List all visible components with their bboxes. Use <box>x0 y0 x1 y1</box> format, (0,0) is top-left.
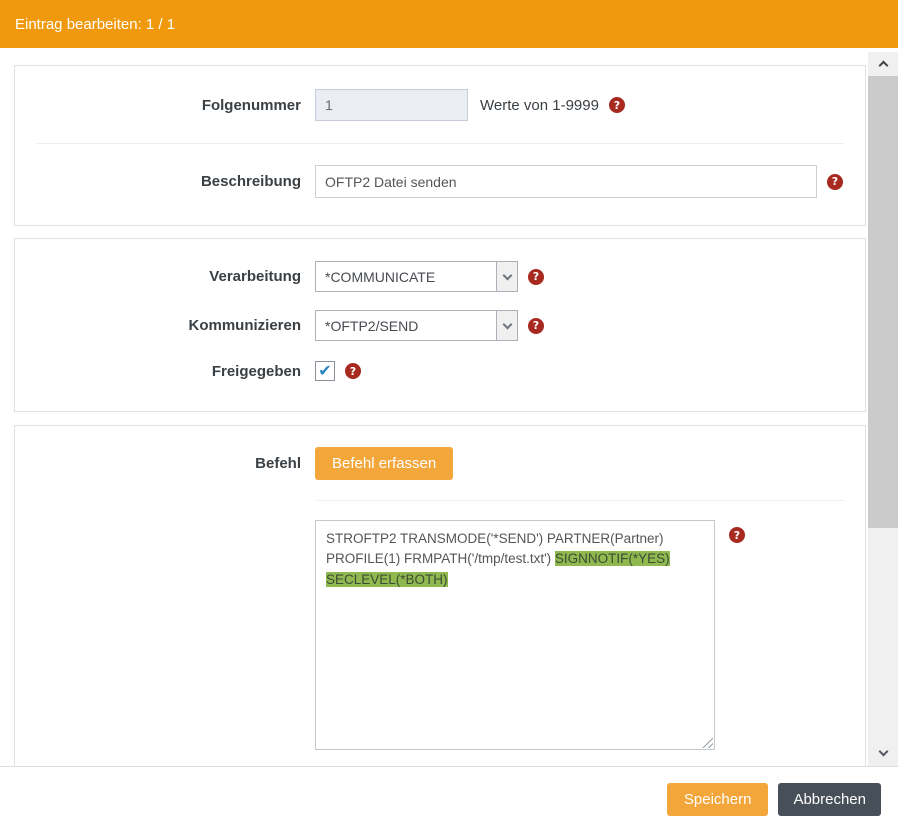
chevron-up-icon[interactable] <box>868 52 898 74</box>
chevron-down-icon[interactable] <box>496 311 517 340</box>
scrollbar-thumb[interactable] <box>868 76 898 528</box>
chevron-down-icon[interactable] <box>868 742 898 764</box>
modal-title: Eintrag bearbeiten: 1 / 1 <box>15 16 175 33</box>
verarbeitung-label: Verarbeitung <box>15 268 301 285</box>
command-text-row: STROFTP2 TRANSMODE('*SEND') PARTNER(Part… <box>15 520 865 750</box>
folgenummer-input[interactable]: 1 <box>315 89 468 121</box>
divider <box>37 143 844 144</box>
freigegeben-label: Freigegeben <box>15 363 301 380</box>
scrollbar[interactable] <box>868 52 898 766</box>
kommunizieren-value: *OFTP2/SEND <box>316 311 496 340</box>
freigegeben-checkbox[interactable]: ✔ <box>315 361 335 381</box>
kommunizieren-row: Kommunizieren *OFTP2/SEND ? <box>15 310 865 341</box>
folgenummer-hint: Werte von 1-9999 <box>480 97 599 114</box>
chevron-down-icon[interactable] <box>496 262 517 291</box>
verarbeitung-row: Verarbeitung *COMMUNICATE ? <box>15 261 865 292</box>
folgenummer-row: Folgenummer 1 Werte von 1-9999 ? <box>15 89 865 121</box>
befehl-label: Befehl <box>15 455 301 472</box>
check-icon: ✔ <box>318 363 331 379</box>
cancel-button[interactable]: Abbrechen <box>778 783 881 816</box>
panel-processing: Verarbeitung *COMMUNICATE ? Kommuniziere… <box>14 238 866 412</box>
command-textarea[interactable]: STROFTP2 TRANSMODE('*SEND') PARTNER(Part… <box>315 520 715 750</box>
question-circle-icon[interactable]: ? <box>345 363 361 379</box>
kommunizieren-select[interactable]: *OFTP2/SEND <box>315 310 518 341</box>
folgenummer-label: Folgenummer <box>15 97 301 114</box>
panel-sequence: Folgenummer 1 Werte von 1-9999 ? Beschre… <box>14 65 866 226</box>
question-circle-icon[interactable]: ? <box>528 318 544 334</box>
beschreibung-input[interactable]: OFTP2 Datei senden <box>315 165 817 198</box>
modal-header: Eintrag bearbeiten: 1 / 1 <box>0 0 898 48</box>
modal-body: Folgenummer 1 Werte von 1-9999 ? Beschre… <box>0 48 868 766</box>
folgenummer-value: 1 <box>325 97 333 113</box>
beschreibung-row: Beschreibung OFTP2 Datei senden ? <box>15 165 865 198</box>
divider <box>317 500 844 501</box>
modal-footer: Speichern Abbrechen <box>0 767 898 832</box>
save-button[interactable]: Speichern <box>667 783 769 816</box>
resize-grip-icon[interactable] <box>702 737 713 748</box>
beschreibung-label: Beschreibung <box>15 173 301 190</box>
freigegeben-row: Freigegeben ✔ ? <box>15 361 865 381</box>
verarbeitung-select[interactable]: *COMMUNICATE <box>315 261 518 292</box>
capture-command-button[interactable]: Befehl erfassen <box>315 447 453 480</box>
panel-command: Befehl Befehl erfassen STROFTP2 TRANSMOD… <box>14 425 866 766</box>
question-circle-icon[interactable]: ? <box>729 527 745 543</box>
verarbeitung-value: *COMMUNICATE <box>316 262 496 291</box>
befehl-row: Befehl Befehl erfassen <box>15 447 865 480</box>
question-circle-icon[interactable]: ? <box>609 97 625 113</box>
question-circle-icon[interactable]: ? <box>827 174 843 190</box>
beschreibung-value: OFTP2 Datei senden <box>325 174 457 190</box>
kommunizieren-label: Kommunizieren <box>15 317 301 334</box>
question-circle-icon[interactable]: ? <box>528 269 544 285</box>
